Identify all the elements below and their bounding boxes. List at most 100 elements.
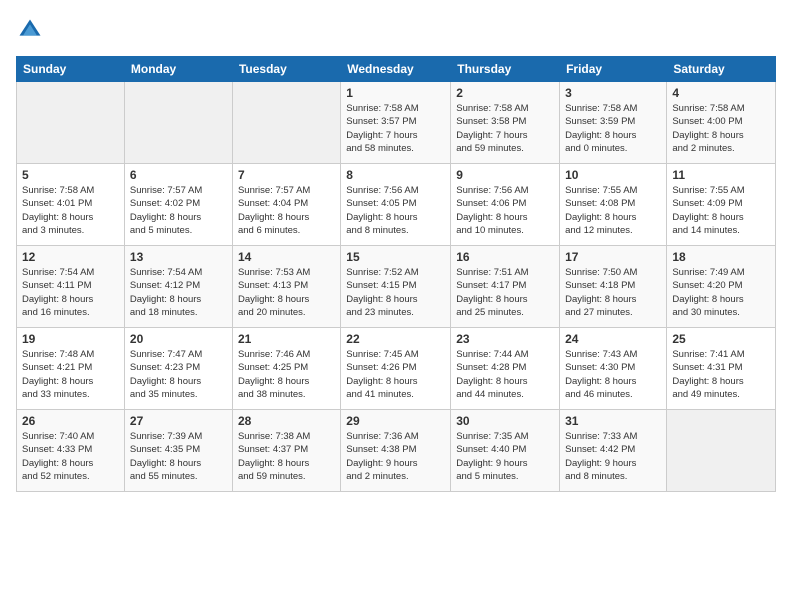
day-number: 15 <box>346 250 445 264</box>
day-info: Sunrise: 7:50 AM Sunset: 4:18 PM Dayligh… <box>565 266 661 319</box>
weekday-header-tuesday: Tuesday <box>232 57 340 82</box>
day-number: 25 <box>672 332 770 346</box>
weekday-header-saturday: Saturday <box>667 57 776 82</box>
day-number: 4 <box>672 86 770 100</box>
page: SundayMondayTuesdayWednesdayThursdayFrid… <box>0 0 792 612</box>
day-info: Sunrise: 7:49 AM Sunset: 4:20 PM Dayligh… <box>672 266 770 319</box>
day-cell: 3 Sunrise: 7:58 AM Sunset: 3:59 PM Daylig… <box>560 82 667 164</box>
day-number: 17 <box>565 250 661 264</box>
day-info: Sunrise: 7:39 AM Sunset: 4:35 PM Dayligh… <box>130 430 227 483</box>
day-cell: 13Sunrise: 7:54 AM Sunset: 4:12 PM Dayli… <box>124 246 232 328</box>
day-cell: 28 Sunrise: 7:38 AM Sunset: 4:37 PM Dayli… <box>232 410 340 492</box>
day-number: 20 <box>130 332 227 346</box>
day-cell: 16 Sunrise: 7:51 AM Sunset: 4:17 PM Dayli… <box>451 246 560 328</box>
day-cell: 6Sunrise: 7:57 AM Sunset: 4:02 PM Daylig… <box>124 164 232 246</box>
day-cell: 25 Sunrise: 7:41 AM Sunset: 4:31 PM Dayli… <box>667 328 776 410</box>
weekday-header-monday: Monday <box>124 57 232 82</box>
day-info: Sunrise: 7:35 AM Sunset: 4:40 PM Dayligh… <box>456 430 554 483</box>
day-info: Sunrise: 7:58 AM Sunset: 4:00 PM Dayligh… <box>672 102 770 155</box>
day-cell: 9 Sunrise: 7:56 AM Sunset: 4:06 PM Daylig… <box>451 164 560 246</box>
day-info: Sunrise: 7:58 AM Sunset: 3:57 PM Dayligh… <box>346 102 445 155</box>
day-info: Sunrise: 7:46 AM Sunset: 4:25 PM Dayligh… <box>238 348 335 401</box>
day-info: Sunrise: 7:33 AM Sunset: 4:42 PM Dayligh… <box>565 430 661 483</box>
day-cell: 29 Sunrise: 7:36 AM Sunset: 4:38 PM Dayli… <box>341 410 451 492</box>
day-number: 9 <box>456 168 554 182</box>
day-cell: 31 Sunrise: 7:33 AM Sunset: 4:42 PM Dayli… <box>560 410 667 492</box>
day-cell: 22 Sunrise: 7:45 AM Sunset: 4:26 PM Dayli… <box>341 328 451 410</box>
day-info: Sunrise: 7:36 AM Sunset: 4:38 PM Dayligh… <box>346 430 445 483</box>
weekday-header-sunday: Sunday <box>17 57 125 82</box>
week-row-3: 12 Sunrise: 7:54 AM Sunset: 4:11 PM Dayli… <box>17 246 776 328</box>
day-number: 18 <box>672 250 770 264</box>
day-cell: 17 Sunrise: 7:50 AM Sunset: 4:18 PM Dayli… <box>560 246 667 328</box>
day-info: Sunrise: 7:44 AM Sunset: 4:28 PM Dayligh… <box>456 348 554 401</box>
weekday-header-row: SundayMondayTuesdayWednesdayThursdayFrid… <box>17 57 776 82</box>
day-info: Sunrise: 7:45 AM Sunset: 4:26 PM Dayligh… <box>346 348 445 401</box>
day-info: Sunrise: 7:58 AM Sunset: 3:58 PM Dayligh… <box>456 102 554 155</box>
day-info: Sunrise: 7:38 AM Sunset: 4:37 PM Dayligh… <box>238 430 335 483</box>
day-number: 26 <box>22 414 119 428</box>
day-cell: 1 Sunrise: 7:58 AM Sunset: 3:57 PM Daylig… <box>341 82 451 164</box>
day-cell <box>17 82 125 164</box>
day-cell: 4 Sunrise: 7:58 AM Sunset: 4:00 PM Daylig… <box>667 82 776 164</box>
weekday-header-thursday: Thursday <box>451 57 560 82</box>
day-info: Sunrise: 7:57 AM Sunset: 4:02 PM Dayligh… <box>130 184 227 237</box>
day-cell: 23 Sunrise: 7:44 AM Sunset: 4:28 PM Dayli… <box>451 328 560 410</box>
day-info: Sunrise: 7:55 AM Sunset: 4:09 PM Dayligh… <box>672 184 770 237</box>
day-number: 8 <box>346 168 445 182</box>
day-info: Sunrise: 7:57 AM Sunset: 4:04 PM Dayligh… <box>238 184 335 237</box>
day-number: 7 <box>238 168 335 182</box>
day-number: 28 <box>238 414 335 428</box>
day-number: 14 <box>238 250 335 264</box>
day-number: 30 <box>456 414 554 428</box>
day-number: 21 <box>238 332 335 346</box>
day-number: 2 <box>456 86 554 100</box>
day-info: Sunrise: 7:47 AM Sunset: 4:23 PM Dayligh… <box>130 348 227 401</box>
logo <box>16 16 48 44</box>
day-number: 31 <box>565 414 661 428</box>
day-number: 16 <box>456 250 554 264</box>
weekday-header-friday: Friday <box>560 57 667 82</box>
day-info: Sunrise: 7:52 AM Sunset: 4:15 PM Dayligh… <box>346 266 445 319</box>
calendar: SundayMondayTuesdayWednesdayThursdayFrid… <box>16 56 776 492</box>
header <box>16 16 776 44</box>
day-info: Sunrise: 7:51 AM Sunset: 4:17 PM Dayligh… <box>456 266 554 319</box>
day-cell: 14 Sunrise: 7:53 AM Sunset: 4:13 PM Dayli… <box>232 246 340 328</box>
day-cell: 24Sunrise: 7:43 AM Sunset: 4:30 PM Dayli… <box>560 328 667 410</box>
day-cell: 12 Sunrise: 7:54 AM Sunset: 4:11 PM Dayli… <box>17 246 125 328</box>
day-number: 10 <box>565 168 661 182</box>
day-info: Sunrise: 7:48 AM Sunset: 4:21 PM Dayligh… <box>22 348 119 401</box>
day-number: 29 <box>346 414 445 428</box>
logo-icon <box>16 16 44 44</box>
day-cell <box>232 82 340 164</box>
day-number: 27 <box>130 414 227 428</box>
day-number: 12 <box>22 250 119 264</box>
day-number: 19 <box>22 332 119 346</box>
day-info: Sunrise: 7:40 AM Sunset: 4:33 PM Dayligh… <box>22 430 119 483</box>
day-cell: 2 Sunrise: 7:58 AM Sunset: 3:58 PM Daylig… <box>451 82 560 164</box>
day-number: 23 <box>456 332 554 346</box>
day-cell: 26 Sunrise: 7:40 AM Sunset: 4:33 PM Dayli… <box>17 410 125 492</box>
day-cell: 11Sunrise: 7:55 AM Sunset: 4:09 PM Dayli… <box>667 164 776 246</box>
day-number: 1 <box>346 86 445 100</box>
day-info: Sunrise: 7:41 AM Sunset: 4:31 PM Dayligh… <box>672 348 770 401</box>
day-info: Sunrise: 7:53 AM Sunset: 4:13 PM Dayligh… <box>238 266 335 319</box>
day-cell: 10Sunrise: 7:55 AM Sunset: 4:08 PM Dayli… <box>560 164 667 246</box>
day-number: 5 <box>22 168 119 182</box>
day-cell: 15 Sunrise: 7:52 AM Sunset: 4:15 PM Dayli… <box>341 246 451 328</box>
day-cell: 7 Sunrise: 7:57 AM Sunset: 4:04 PM Daylig… <box>232 164 340 246</box>
day-cell: 20 Sunrise: 7:47 AM Sunset: 4:23 PM Dayli… <box>124 328 232 410</box>
week-row-2: 5Sunrise: 7:58 AM Sunset: 4:01 PM Daylig… <box>17 164 776 246</box>
weekday-header-wednesday: Wednesday <box>341 57 451 82</box>
week-row-4: 19 Sunrise: 7:48 AM Sunset: 4:21 PM Dayli… <box>17 328 776 410</box>
day-cell <box>124 82 232 164</box>
day-number: 3 <box>565 86 661 100</box>
day-number: 22 <box>346 332 445 346</box>
day-cell: 19 Sunrise: 7:48 AM Sunset: 4:21 PM Dayli… <box>17 328 125 410</box>
day-cell: 18 Sunrise: 7:49 AM Sunset: 4:20 PM Dayli… <box>667 246 776 328</box>
day-info: Sunrise: 7:56 AM Sunset: 4:06 PM Dayligh… <box>456 184 554 237</box>
day-cell: 30 Sunrise: 7:35 AM Sunset: 4:40 PM Dayli… <box>451 410 560 492</box>
day-info: Sunrise: 7:54 AM Sunset: 4:11 PM Dayligh… <box>22 266 119 319</box>
day-info: Sunrise: 7:58 AM Sunset: 3:59 PM Dayligh… <box>565 102 661 155</box>
day-info: Sunrise: 7:43 AM Sunset: 4:30 PM Dayligh… <box>565 348 661 401</box>
